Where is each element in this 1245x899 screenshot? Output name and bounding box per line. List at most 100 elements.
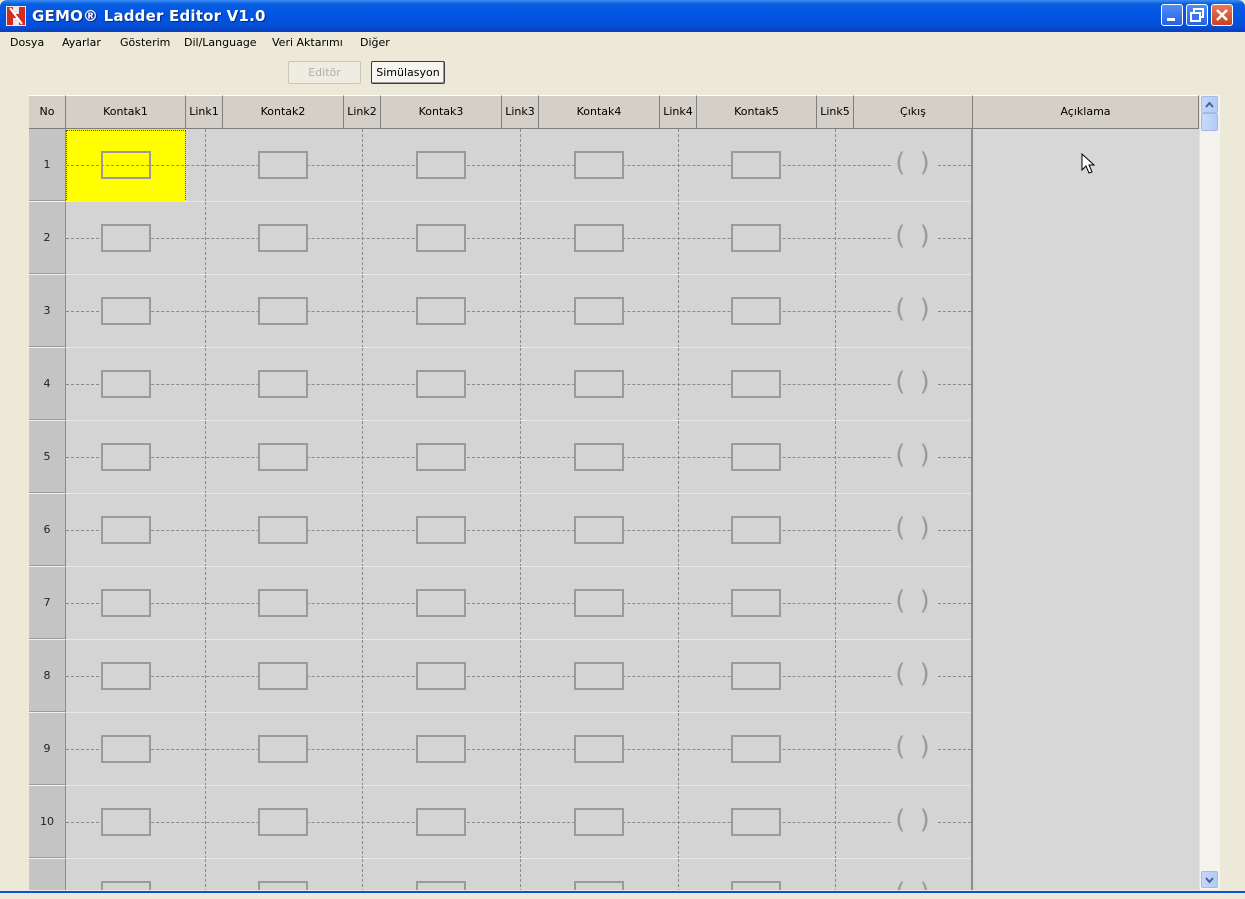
contact-box-4[interactable] xyxy=(574,516,624,544)
title-bar[interactable]: GEMO® Ladder Editor V1.0 xyxy=(0,0,1245,32)
link-line-1[interactable] xyxy=(205,129,206,202)
contact-box-3[interactable] xyxy=(416,370,466,398)
contact-box-1[interactable] xyxy=(101,516,151,544)
link-line-2[interactable] xyxy=(362,567,363,640)
link-line-3[interactable] xyxy=(520,494,521,567)
contact-box-4[interactable] xyxy=(574,589,624,617)
contact-box-2[interactable] xyxy=(258,516,308,544)
output-coil[interactable]: ( ) xyxy=(891,223,937,253)
link-line-2[interactable] xyxy=(362,786,363,859)
description-cell[interactable] xyxy=(974,786,1199,859)
link-line-3[interactable] xyxy=(520,567,521,640)
contact-box-1[interactable] xyxy=(101,297,151,325)
link-line-4[interactable] xyxy=(678,421,679,494)
link-line-5[interactable] xyxy=(835,421,836,494)
contact-box-2[interactable] xyxy=(258,808,308,836)
link-line-1[interactable] xyxy=(205,348,206,421)
link-line-2[interactable] xyxy=(362,713,363,786)
contact-box-5[interactable] xyxy=(731,662,781,690)
scroll-up-button[interactable] xyxy=(1201,96,1218,113)
link-line-3[interactable] xyxy=(520,421,521,494)
contact-box-2[interactable] xyxy=(258,297,308,325)
link-line-2[interactable] xyxy=(362,202,363,275)
link-line-1[interactable] xyxy=(205,713,206,786)
contact-box-5[interactable] xyxy=(731,297,781,325)
link-line-2[interactable] xyxy=(362,640,363,713)
link-line-1[interactable] xyxy=(205,275,206,348)
link-line-3[interactable] xyxy=(520,786,521,859)
description-cell[interactable] xyxy=(974,567,1199,640)
contact-box-5[interactable] xyxy=(731,516,781,544)
contact-box-1[interactable] xyxy=(101,735,151,763)
contact-box-2[interactable] xyxy=(258,224,308,252)
link-line-2[interactable] xyxy=(362,348,363,421)
contact-box-3[interactable] xyxy=(416,735,466,763)
contact-box-3[interactable] xyxy=(416,224,466,252)
link-line-1[interactable] xyxy=(205,786,206,859)
output-coil[interactable]: ( ) xyxy=(891,150,937,180)
contact-box-3[interactable] xyxy=(416,151,466,179)
link-line-4[interactable] xyxy=(678,202,679,275)
output-coil[interactable]: ( ) xyxy=(891,296,937,326)
contact-box-4[interactable] xyxy=(574,151,624,179)
output-coil[interactable]: ( ) xyxy=(891,515,937,545)
menu-dil-language[interactable]: Dil/Language xyxy=(184,36,257,49)
output-coil[interactable]: ( ) xyxy=(891,369,937,399)
contact-box-5[interactable] xyxy=(731,224,781,252)
contact-box-4[interactable] xyxy=(574,881,624,890)
scroll-down-button[interactable] xyxy=(1201,871,1218,888)
contact-box-1[interactable] xyxy=(101,151,151,179)
link-line-2[interactable] xyxy=(362,421,363,494)
contact-box-3[interactable] xyxy=(416,881,466,890)
link-line-1[interactable] xyxy=(205,567,206,640)
contact-box-4[interactable] xyxy=(574,297,624,325)
contact-box-5[interactable] xyxy=(731,443,781,471)
menu-gosterim[interactable]: Gösterim xyxy=(120,36,170,49)
output-coil[interactable]: ( ) xyxy=(891,661,937,691)
link-line-2[interactable] xyxy=(362,275,363,348)
output-coil[interactable]: ( ) xyxy=(891,734,937,764)
link-line-3[interactable] xyxy=(520,202,521,275)
link-line-5[interactable] xyxy=(835,786,836,859)
menu-ayarlar[interactable]: Ayarlar xyxy=(62,36,101,49)
close-button[interactable] xyxy=(1211,4,1233,26)
link-line-1[interactable] xyxy=(205,640,206,713)
contact-box-5[interactable] xyxy=(731,151,781,179)
description-cell[interactable] xyxy=(974,202,1199,275)
contact-box-3[interactable] xyxy=(416,662,466,690)
link-line-3[interactable] xyxy=(520,275,521,348)
link-line-2[interactable] xyxy=(362,494,363,567)
link-line-4[interactable] xyxy=(678,786,679,859)
description-cell[interactable] xyxy=(974,421,1199,494)
vertical-scrollbar[interactable] xyxy=(1199,95,1220,890)
link-line-2[interactable] xyxy=(362,859,363,890)
link-line-4[interactable] xyxy=(678,348,679,421)
contact-box-1[interactable] xyxy=(101,881,151,890)
link-line-1[interactable] xyxy=(205,421,206,494)
menu-dosya[interactable]: Dosya xyxy=(10,36,44,49)
contact-box-4[interactable] xyxy=(574,443,624,471)
link-line-4[interactable] xyxy=(678,567,679,640)
link-line-1[interactable] xyxy=(205,859,206,890)
description-cell[interactable] xyxy=(974,275,1199,348)
contact-box-2[interactable] xyxy=(258,881,308,890)
contact-box-5[interactable] xyxy=(731,589,781,617)
contact-box-4[interactable] xyxy=(574,662,624,690)
link-line-4[interactable] xyxy=(678,859,679,890)
contact-box-2[interactable] xyxy=(258,370,308,398)
output-coil[interactable]: ( ) xyxy=(891,880,937,890)
link-line-5[interactable] xyxy=(835,859,836,890)
contact-box-4[interactable] xyxy=(574,735,624,763)
output-coil[interactable]: ( ) xyxy=(891,588,937,618)
link-line-5[interactable] xyxy=(835,129,836,202)
contact-box-3[interactable] xyxy=(416,516,466,544)
contact-box-4[interactable] xyxy=(574,808,624,836)
description-cell[interactable] xyxy=(974,348,1199,421)
contact-box-2[interactable] xyxy=(258,443,308,471)
link-line-4[interactable] xyxy=(678,640,679,713)
contact-box-4[interactable] xyxy=(574,224,624,252)
link-line-2[interactable] xyxy=(362,129,363,202)
link-line-5[interactable] xyxy=(835,494,836,567)
contact-box-1[interactable] xyxy=(101,443,151,471)
contact-box-3[interactable] xyxy=(416,589,466,617)
